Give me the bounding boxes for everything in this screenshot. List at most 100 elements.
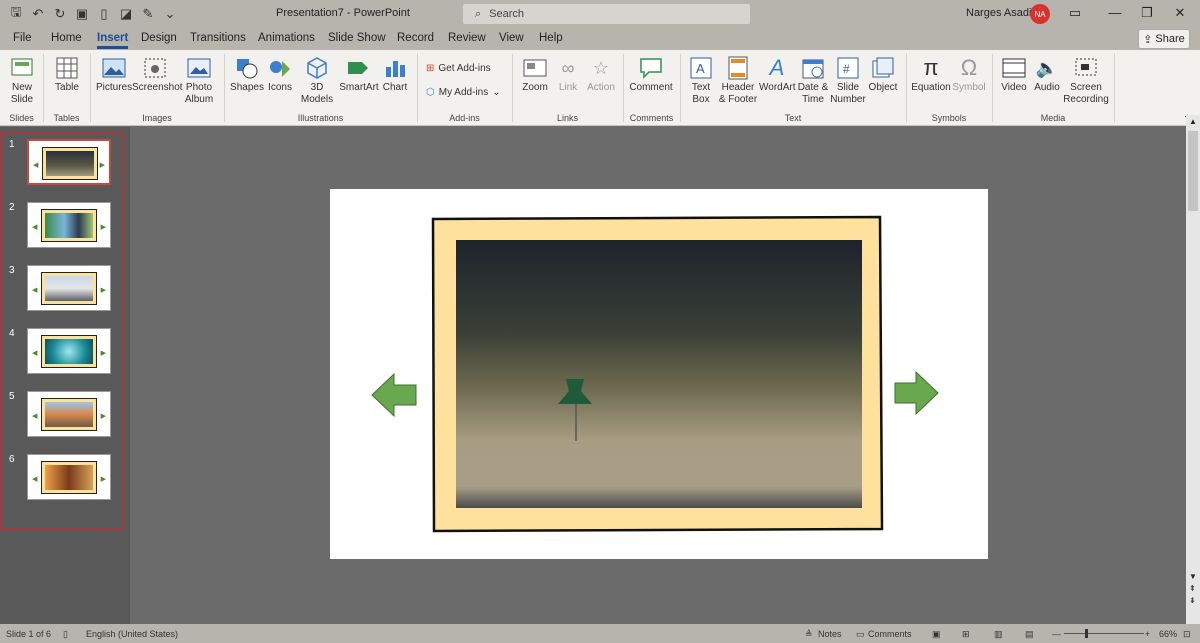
zoom-button[interactable]: Zoom: [518, 54, 552, 94]
table-button[interactable]: Table: [50, 54, 84, 94]
zoom-in-icon[interactable]: +: [1145, 629, 1150, 639]
comment-button[interactable]: Comment: [628, 54, 674, 94]
minimize-icon[interactable]: —: [1107, 5, 1123, 20]
my-addins-button[interactable]: ⬡ My Add-ins ⌄: [426, 87, 501, 98]
shapes-button[interactable]: Shapes: [230, 54, 264, 94]
tab-design[interactable]: Design: [141, 32, 177, 44]
vertical-scrollbar[interactable]: ▲ ▼ ⇞ ⇟: [1186, 115, 1200, 624]
notes-button[interactable]: Notes: [818, 629, 842, 639]
divider: [623, 54, 624, 122]
ribbon-display-icon[interactable]: ▭: [1067, 5, 1083, 21]
right-arrow-shape[interactable]: [894, 370, 939, 416]
tab-home[interactable]: Home: [51, 32, 82, 44]
left-arrow-icon: ◀: [32, 287, 38, 294]
tab-insert[interactable]: Insert: [97, 32, 129, 49]
slideshow-icon[interactable]: ▤: [1025, 629, 1034, 640]
pushpin-photo[interactable]: [456, 240, 862, 508]
chart-button[interactable]: Chart: [380, 54, 410, 94]
present-icon[interactable]: ▣: [74, 6, 90, 22]
current-slide[interactable]: [330, 189, 988, 559]
highlighter-icon[interactable]: ✎: [140, 6, 156, 22]
undo-icon[interactable]: ↶: [30, 6, 46, 22]
thumbnail-photo: [45, 339, 93, 364]
zoom-level[interactable]: 66%: [1159, 629, 1177, 639]
screenshot-button[interactable]: Screenshot: [132, 54, 183, 94]
comments-button[interactable]: Comments: [868, 629, 912, 639]
video-button[interactable]: Video: [998, 54, 1030, 94]
photo-album-button[interactable]: Photo Album: [180, 54, 218, 106]
smartart-button[interactable]: SmartArt: [339, 54, 379, 94]
wordart-button[interactable]: A WordArt: [759, 54, 796, 94]
tab-slide-show[interactable]: Slide Show: [328, 32, 386, 44]
pictures-button[interactable]: Pictures: [96, 54, 132, 94]
action-button[interactable]: ☆ Action: [584, 54, 618, 94]
reading-view-icon[interactable]: ▥: [994, 629, 1003, 640]
scroll-down-icon[interactable]: ▼: [1189, 572, 1197, 581]
fit-slide-icon[interactable]: ⊡: [1183, 629, 1191, 640]
tab-review[interactable]: Review: [448, 32, 486, 44]
next-slide-icon[interactable]: ⇟: [1189, 596, 1196, 605]
zoom-slider[interactable]: [1064, 633, 1144, 634]
icons-button[interactable]: Icons: [265, 54, 295, 94]
slide-thumbnail-4[interactable]: ◀ ▶: [27, 328, 111, 374]
divider: [417, 54, 418, 122]
save-icon[interactable]: 🖫: [8, 4, 24, 22]
new-slide-button[interactable]: New Slide: [4, 54, 40, 106]
screen-recording-button[interactable]: Screen Recording: [1063, 54, 1109, 106]
thumbnail-frame: [41, 209, 97, 242]
table-icon: [50, 54, 84, 82]
get-addins-button[interactable]: ⊞ Get Add-ins: [426, 63, 491, 74]
header-footer-button[interactable]: Header & Footer: [718, 54, 758, 106]
zoom-slider-thumb[interactable]: [1085, 629, 1088, 638]
wordart-label: WordArt: [759, 82, 796, 93]
new-file-icon[interactable]: ▯: [96, 6, 112, 22]
scrollbar-thumb[interactable]: [1188, 131, 1198, 211]
tab-view[interactable]: View: [499, 32, 524, 44]
slide-thumbnail-6[interactable]: ◀ ▶: [27, 454, 111, 500]
photo-album-label-2: Album: [184, 94, 214, 105]
tab-file[interactable]: File: [13, 32, 32, 44]
slide-thumbnail-1[interactable]: ◀ ▶: [27, 139, 111, 185]
restore-icon[interactable]: ❐: [1139, 5, 1155, 21]
redo-icon[interactable]: ↻: [52, 6, 68, 22]
normal-view-icon[interactable]: ▣: [932, 629, 941, 640]
new-slide-label: New: [11, 82, 32, 93]
left-arrow-shape[interactable]: [371, 372, 417, 418]
my-addins-label: My Add-ins: [438, 87, 489, 98]
symbol-button[interactable]: Ω Symbol: [952, 54, 986, 94]
slide-thumbnail-3[interactable]: ◀ ▶: [27, 265, 111, 311]
quick-access-toolbar: 🖫 ↶ ↻ ▣ ▯ ◪ ✎ ⌄: [0, 0, 178, 28]
customize-toolbar-icon[interactable]: ⌄: [162, 6, 178, 22]
slide-thumbnail-5[interactable]: ◀ ▶: [27, 391, 111, 437]
previous-slide-icon[interactable]: ⇞: [1189, 584, 1196, 593]
action-label: Action: [587, 82, 615, 93]
screenshot-icon: [132, 54, 178, 82]
scroll-up-icon[interactable]: ▲: [1189, 117, 1197, 126]
zoom-out-icon[interactable]: —: [1052, 629, 1061, 639]
tab-record[interactable]: Record: [397, 32, 434, 44]
right-arrow-icon: ▶: [99, 162, 105, 169]
share-button[interactable]: ⇪ Share: [1138, 29, 1190, 49]
language-indicator[interactable]: English (United States): [86, 629, 178, 639]
equation-button[interactable]: π Equation: [910, 54, 952, 94]
text-box-button[interactable]: A Text Box: [686, 54, 716, 106]
avatar[interactable]: NA: [1030, 4, 1050, 24]
search-box[interactable]: ⌕ Search: [463, 4, 750, 24]
audio-button[interactable]: 🔈 Audio: [1031, 54, 1063, 94]
format-icon[interactable]: ◪: [118, 6, 134, 22]
tab-help[interactable]: Help: [539, 32, 563, 44]
slide-thumbnail-2[interactable]: ◀ ▶: [27, 202, 111, 248]
tab-animations[interactable]: Animations: [258, 32, 315, 44]
date-time-button[interactable]: Date & Time: [796, 54, 830, 106]
link-label: Link: [558, 82, 578, 93]
link-button[interactable]: ∞ Link: [555, 54, 581, 94]
tab-transitions[interactable]: Transitions: [190, 32, 246, 44]
accessibility-icon[interactable]: ▯: [63, 629, 68, 640]
right-arrow-icon: ▶: [100, 413, 106, 420]
slide-number-button[interactable]: # Slide Number: [830, 54, 866, 106]
user-name[interactable]: Narges Asadi: [966, 7, 1031, 19]
3d-models-button[interactable]: 3D Models: [297, 54, 337, 106]
object-button[interactable]: Object: [866, 54, 900, 94]
slide-sorter-icon[interactable]: ⊞: [962, 629, 970, 640]
close-icon[interactable]: ✕: [1172, 5, 1188, 21]
